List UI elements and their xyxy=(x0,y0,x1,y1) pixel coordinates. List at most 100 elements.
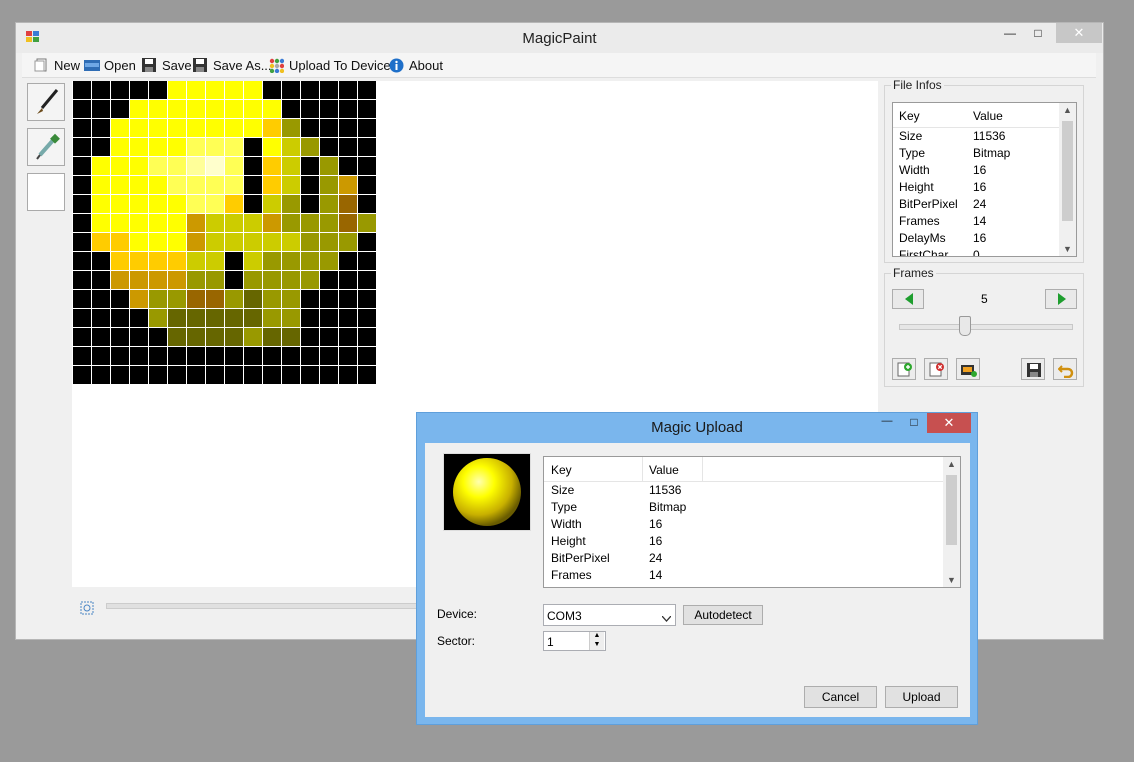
pixel-cell[interactable] xyxy=(206,214,225,233)
pixel-cell[interactable] xyxy=(206,290,225,309)
pixel-cell[interactable] xyxy=(339,347,358,366)
pixel-cell[interactable] xyxy=(130,271,149,290)
pixel-cell[interactable] xyxy=(225,100,244,119)
file-infos-table[interactable]: Key Value Size 11536 Type Bitmap Width 16 H… xyxy=(892,102,1077,257)
scroll-up-icon[interactable]: ▲ xyxy=(1059,105,1076,115)
pixel-cell[interactable] xyxy=(168,195,187,214)
stepper-up-icon[interactable]: ▲ xyxy=(589,632,604,641)
pixel-cell[interactable] xyxy=(168,347,187,366)
pixel-cell[interactable] xyxy=(149,100,168,119)
pixel-cell[interactable] xyxy=(263,366,282,385)
pixel-cell[interactable] xyxy=(225,176,244,195)
table-row[interactable]: Height 16 xyxy=(893,180,1076,197)
pixel-cell[interactable] xyxy=(92,214,111,233)
pixel-cell[interactable] xyxy=(282,328,301,347)
pixel-cell[interactable] xyxy=(206,233,225,252)
pixel-cell[interactable] xyxy=(168,271,187,290)
pixel-cell[interactable] xyxy=(168,328,187,347)
pixel-cell[interactable] xyxy=(225,195,244,214)
pixel-cell[interactable] xyxy=(149,119,168,138)
pixel-cell[interactable] xyxy=(263,271,282,290)
pixel-cell[interactable] xyxy=(263,347,282,366)
undo-button[interactable] xyxy=(1053,358,1077,380)
pixel-cell[interactable] xyxy=(225,290,244,309)
brush-tool[interactable] xyxy=(27,83,65,121)
pixel-cell[interactable] xyxy=(263,157,282,176)
pixel-cell[interactable] xyxy=(92,347,111,366)
frame-slider[interactable] xyxy=(899,324,1073,330)
upload-to-device-button[interactable]: Upload To Device xyxy=(269,56,391,74)
table-row[interactable]: Size 11536 xyxy=(544,483,960,500)
pixel-cell[interactable] xyxy=(301,119,320,138)
pixel-cell[interactable] xyxy=(358,347,377,366)
pixel-cell[interactable] xyxy=(339,157,358,176)
pixel-cell[interactable] xyxy=(130,366,149,385)
pixel-cell[interactable] xyxy=(225,81,244,100)
pixel-cell[interactable] xyxy=(187,290,206,309)
pixel-cell[interactable] xyxy=(73,366,92,385)
pixel-cell[interactable] xyxy=(282,100,301,119)
pixel-cell[interactable] xyxy=(130,252,149,271)
pixel-cell[interactable] xyxy=(244,233,263,252)
pixel-cell[interactable] xyxy=(244,100,263,119)
pixel-cell[interactable] xyxy=(339,81,358,100)
autodetect-button[interactable]: Autodetect xyxy=(683,605,763,625)
pixel-cell[interactable] xyxy=(206,176,225,195)
pixel-cell[interactable] xyxy=(282,271,301,290)
pixel-cell[interactable] xyxy=(92,100,111,119)
pixel-cell[interactable] xyxy=(282,176,301,195)
pixel-cell[interactable] xyxy=(111,309,130,328)
key-column-header[interactable]: Key xyxy=(551,463,572,477)
pixel-cell[interactable] xyxy=(301,271,320,290)
pixel-cell[interactable] xyxy=(92,271,111,290)
table-row[interactable]: Size 11536 xyxy=(893,129,1076,146)
pixel-cell[interactable] xyxy=(339,119,358,138)
device-select[interactable]: COM3 xyxy=(543,604,676,626)
pixel-cell[interactable] xyxy=(111,81,130,100)
pixel-cell[interactable] xyxy=(130,81,149,100)
pixel-cell[interactable] xyxy=(149,176,168,195)
pixel-cell[interactable] xyxy=(320,157,339,176)
table-row[interactable]: Frames 14 xyxy=(893,214,1076,231)
table-row[interactable]: Width 16 xyxy=(544,517,960,534)
pixel-cell[interactable] xyxy=(130,328,149,347)
color-swatch[interactable] xyxy=(27,173,65,211)
pixel-cell[interactable] xyxy=(244,138,263,157)
dialog-maximize-button[interactable]: □ xyxy=(904,415,924,429)
cancel-button[interactable]: Cancel xyxy=(804,686,877,708)
pixel-cell[interactable] xyxy=(130,119,149,138)
save-button[interactable]: Save xyxy=(142,56,192,74)
pixel-cell[interactable] xyxy=(206,328,225,347)
pixel-cell[interactable] xyxy=(358,290,377,309)
pixel-cell[interactable] xyxy=(206,252,225,271)
pixel-cell[interactable] xyxy=(244,252,263,271)
pixel-cell[interactable] xyxy=(263,328,282,347)
pixel-cell[interactable] xyxy=(339,138,358,157)
pixel-cell[interactable] xyxy=(225,138,244,157)
pixel-cell[interactable] xyxy=(206,309,225,328)
pixel-cell[interactable] xyxy=(149,157,168,176)
pixel-cell[interactable] xyxy=(111,366,130,385)
scroll-down-icon[interactable]: ▼ xyxy=(1059,244,1076,254)
new-button[interactable]: New xyxy=(34,56,80,74)
pixel-cell[interactable] xyxy=(301,157,320,176)
pixel-cell[interactable] xyxy=(282,138,301,157)
pixel-cell[interactable] xyxy=(320,81,339,100)
pixel-cell[interactable] xyxy=(206,119,225,138)
pixel-cell[interactable] xyxy=(92,233,111,252)
pixel-cell[interactable] xyxy=(358,100,377,119)
pixel-cell[interactable] xyxy=(282,252,301,271)
pixel-cell[interactable] xyxy=(282,214,301,233)
pixel-cell[interactable] xyxy=(263,309,282,328)
about-button[interactable]: About xyxy=(389,56,443,74)
pixel-cell[interactable] xyxy=(320,271,339,290)
pixel-cell[interactable] xyxy=(263,252,282,271)
pixel-cell[interactable] xyxy=(358,119,377,138)
table-row[interactable]: Type Bitmap xyxy=(893,146,1076,163)
pixel-cell[interactable] xyxy=(130,195,149,214)
pixel-cell[interactable] xyxy=(320,176,339,195)
pixel-cell[interactable] xyxy=(92,176,111,195)
pixel-cell[interactable] xyxy=(168,157,187,176)
pixel-cell[interactable] xyxy=(149,214,168,233)
pixel-cell[interactable] xyxy=(187,81,206,100)
